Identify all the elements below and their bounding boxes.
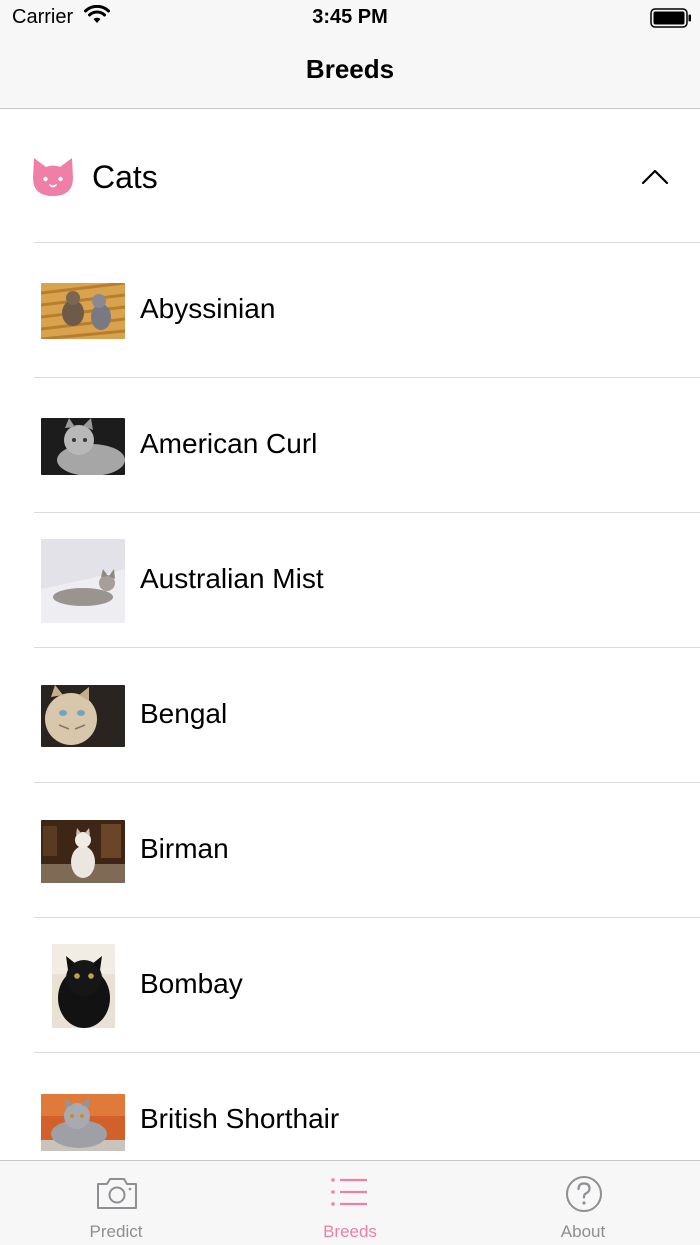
battery-icon: [650, 8, 691, 28]
breed-name: Bombay: [140, 968, 243, 999]
breed-row-american-curl[interactable]: American Curl: [0, 378, 700, 513]
bengal-thumbnail: [41, 685, 125, 747]
abyssinian-thumbnail: [41, 283, 125, 339]
breed-name: Australian Mist: [140, 563, 324, 594]
status-time: 3:45 PM: [312, 6, 388, 28]
australian-mist-thumbnail: [41, 539, 125, 623]
breed-row-birman[interactable]: Birman: [0, 783, 700, 918]
breed-name: Abyssinian: [140, 293, 276, 324]
section-title: Cats: [92, 159, 158, 195]
breed-row-bengal[interactable]: Bengal: [0, 648, 700, 783]
breed-list: Abyssinian American Curl Australian Mist: [0, 243, 700, 1188]
tab-label: Predict: [89, 1222, 143, 1241]
tab-breeds[interactable]: Breeds: [250, 1161, 450, 1245]
breed-name: British Shorthair: [140, 1103, 340, 1134]
breed-row-abyssinian[interactable]: Abyssinian: [0, 243, 700, 378]
tab-label: Breeds: [323, 1222, 377, 1241]
birman-thumbnail: [41, 820, 125, 883]
breed-row-bombay[interactable]: Bombay: [0, 918, 700, 1053]
tab-bar: Predict Breeds About: [0, 1160, 700, 1245]
breed-row-australian-mist[interactable]: Australian Mist: [0, 513, 700, 648]
tab-about[interactable]: About: [483, 1161, 683, 1245]
tab-label: About: [560, 1222, 606, 1241]
british-shorthair-thumbnail: [41, 1094, 125, 1151]
section-header-cats[interactable]: Cats: [0, 109, 700, 243]
tab-predict[interactable]: Predict: [16, 1161, 216, 1245]
breed-name: Bengal: [140, 698, 228, 729]
breed-name: American Curl: [140, 428, 318, 459]
bombay-thumbnail: [52, 944, 115, 1028]
question-circle-icon: [566, 1176, 602, 1212]
american-curl-thumbnail: [41, 418, 125, 475]
status-bar: Carrier 3:45 PM: [0, 0, 700, 36]
chevron-up-icon[interactable]: [640, 167, 670, 185]
page-title: Breeds: [305, 54, 395, 84]
camera-icon: [97, 1178, 137, 1209]
navigation-bar: Breeds: [0, 36, 700, 109]
list-icon: [331, 1178, 367, 1206]
cat-face-icon: [33, 158, 73, 196]
breed-name: Birman: [140, 833, 229, 864]
